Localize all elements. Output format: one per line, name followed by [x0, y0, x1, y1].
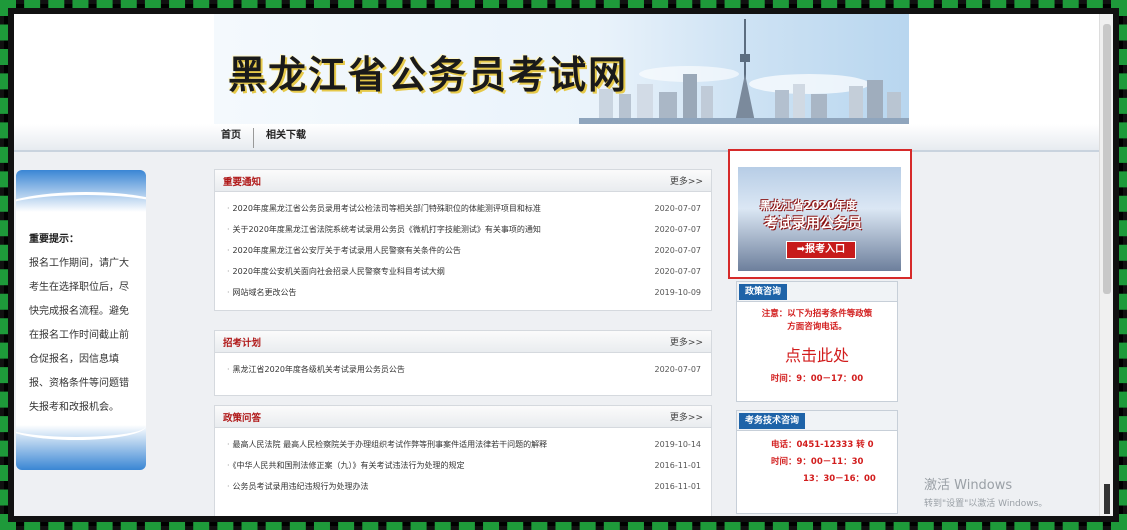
tech-consult-box: 考务技术咨询 电话：0451-12333 转 0 时间：9：00－11：30 1… — [736, 410, 898, 514]
main-nav: 首页 相关下载 — [14, 124, 1099, 152]
exam-registration-banner[interactable]: 黑龙江省2020年度 考试录用公务员 ➡报考入口 — [738, 167, 901, 271]
scroll-thumb-dark[interactable] — [1104, 484, 1110, 514]
section-header: 招考计划 更多>> — [215, 331, 711, 353]
tech-hours: 13：30－16：00 — [803, 474, 876, 484]
list-item[interactable]: 网站域名更改公告 2019-10-09 — [227, 282, 701, 303]
notice-line: 仓促报名，因信息填 — [29, 354, 119, 365]
notice-text: 重要提示： 报名工作期间，请广大 考生在选择职位后，尽 快完成报名流程。避免 在… — [29, 228, 139, 420]
item-title[interactable]: 2020年度公安机关面向社会招录人民警察专业科目考试大纲 — [227, 266, 445, 277]
notice-line: 报名工作期间，请广大 — [29, 258, 129, 269]
notice-line: 快完成报名流程。避免 — [29, 306, 129, 317]
item-date: 2016-11-01 — [654, 461, 702, 470]
promo-highlight-frame: 黑龙江省2020年度 考试录用公务员 ➡报考入口 — [728, 149, 912, 279]
box-tag: 考务技术咨询 — [739, 413, 806, 429]
section-policy-qa: 政策问答 更多>> 最高人民法院 最高人民检察院关于办理组织考试作弊等刑事案件适… — [214, 405, 712, 516]
section-title: 政策问答 — [223, 412, 262, 424]
site-title: 黑龙江省公务员考试网 — [228, 52, 629, 97]
section-header: 重要通知 更多>> — [215, 170, 711, 192]
section-title: 重要通知 — [223, 176, 262, 188]
notice-line: 报、资格条件等问题错 — [29, 378, 129, 389]
policy-consult-box: 政策咨询 注意：以下为招考条件等政策 方面咨询电话。 点击此处 时间：9：00－… — [736, 281, 898, 402]
item-title[interactable]: 2020年度黑龙江省公务员录用考试公检法司等相关部门特殊职位的体能测评项目和标准 — [227, 203, 541, 214]
promo-line-1: 黑龙江省2020年度 — [760, 199, 857, 212]
notice-title: 重要提示： — [29, 234, 79, 245]
list-item[interactable]: 最高人民法院 最高人民检察院关于办理组织考试作弊等刑事案件适用法律若干问题的解释… — [227, 434, 701, 455]
item-title[interactable]: 关于2020年度黑龙江省法院系统考试录用公务员《微机打字技能测试》有关事项的通知 — [227, 224, 541, 235]
nav-home[interactable]: 首页 — [214, 124, 248, 152]
item-date: 2020-07-07 — [654, 225, 702, 234]
decorative-swoosh — [16, 412, 146, 440]
item-title[interactable]: 最高人民法院 最高人民检察院关于办理组织考试作弊等刑事案件适用法律若干问题的解释 — [227, 439, 548, 450]
notice-line: 考生在选择职位后，尽 — [29, 282, 129, 293]
policy-note: 方面咨询电话。 — [787, 322, 847, 332]
item-title[interactable]: 2020年度黑龙江省公安厅关于考试录用人民警察有关条件的公告 — [227, 245, 461, 256]
section-recruitment-plan: 招考计划 更多>> 黑龙江省2020年度各级机关考试录用公务员公告 2020-07… — [214, 330, 712, 396]
list-item[interactable]: 2020年度黑龙江省公务员录用考试公检法司等相关部门特殊职位的体能测评项目和标准… — [227, 198, 701, 219]
item-date: 2020-07-07 — [654, 365, 702, 374]
more-link[interactable]: 更多>> — [670, 174, 703, 187]
register-entry-button[interactable]: ➡报考入口 — [786, 241, 856, 259]
nav-downloads[interactable]: 相关下载 — [259, 124, 313, 152]
item-title[interactable]: 黑龙江省2020年度各级机关考试录用公务员公告 — [227, 364, 405, 375]
site-banner: 黑龙江省公务员考试网 — [214, 14, 909, 124]
policy-hours: 时间：9：00－17：00 — [770, 374, 864, 384]
watermark-line: 转到"设置"以激活 Windows。 — [924, 499, 1048, 509]
list-item[interactable]: 关于2020年度黑龙江省法院系统考试录用公务员《微机打字技能测试》有关事项的通知… — [227, 219, 701, 240]
browser-viewport: 黑龙江省公务员考试网 首页 相关下载 重要提示： 报名工作期间，请广大 考生在选… — [14, 14, 1113, 516]
list-item[interactable]: 公务员考试录用违纪违规行为处理办法 2016-11-01 — [227, 476, 701, 497]
section-title: 招考计划 — [223, 337, 262, 349]
decorative-swoosh — [16, 192, 146, 232]
list-item[interactable]: 黑龙江省2020年度各级机关考试录用公务员公告 2020-07-07 — [227, 359, 701, 380]
item-date: 2020-07-07 — [654, 204, 702, 213]
tech-phone: 电话：0451-12333 转 0 — [771, 440, 874, 450]
item-title[interactable]: 公务员考试录用违纪违规行为处理办法 — [227, 481, 369, 492]
watermark-line: 激活 Windows — [924, 478, 1013, 493]
section-important-notices: 重要通知 更多>> 2020年度黑龙江省公务员录用考试公检法司等相关部门特殊职位… — [214, 169, 712, 311]
section-header: 政策问答 更多>> — [215, 406, 711, 428]
more-link[interactable]: 更多>> — [670, 410, 703, 423]
scroll-thumb[interactable] — [1103, 24, 1111, 294]
list-item[interactable]: 《中华人民共和国刑法修正案（九）》有关考试违法行为处理的规定 2016-11-01 — [227, 455, 701, 476]
city-skyline-image — [579, 19, 909, 124]
item-date: 2020-07-07 — [654, 267, 702, 276]
notice-panel: 重要提示： 报名工作期间，请广大 考生在选择职位后，尽 快完成报名流程。避免 在… — [16, 170, 146, 470]
more-link[interactable]: 更多>> — [670, 335, 703, 348]
item-date: 2019-10-14 — [654, 440, 702, 449]
windows-activation-watermark: 激活 Windows 转到"设置"以激活 Windows。 — [924, 474, 1047, 509]
promo-line-2: 考试录用公务员 — [764, 216, 862, 232]
nav-divider — [253, 128, 254, 148]
click-here-link[interactable]: 点击此处 — [737, 342, 897, 366]
vertical-scrollbar[interactable] — [1099, 14, 1113, 516]
list-item[interactable]: 2020年度黑龙江省公安厅关于考试录用人民警察有关条件的公告 2020-07-07 — [227, 240, 701, 261]
item-date: 2016-11-01 — [654, 482, 702, 491]
item-title[interactable]: 网站域名更改公告 — [227, 287, 297, 298]
tech-hours: 时间：9：00－11：30 — [771, 457, 864, 467]
item-date: 2019-10-09 — [654, 288, 702, 297]
header: 黑龙江省公务员考试网 — [14, 14, 1099, 124]
item-date: 2020-07-07 — [654, 246, 702, 255]
list-item[interactable]: 2020年度公安机关面向社会招录人民警察专业科目考试大纲 2020-07-07 — [227, 261, 701, 282]
policy-note: 注意：以下为招考条件等政策 — [761, 309, 873, 319]
notice-line: 在报名工作时间截止前 — [29, 330, 129, 341]
box-tag: 政策咨询 — [739, 284, 788, 300]
item-title[interactable]: 《中华人民共和国刑法修正案（九）》有关考试违法行为处理的规定 — [227, 460, 465, 471]
